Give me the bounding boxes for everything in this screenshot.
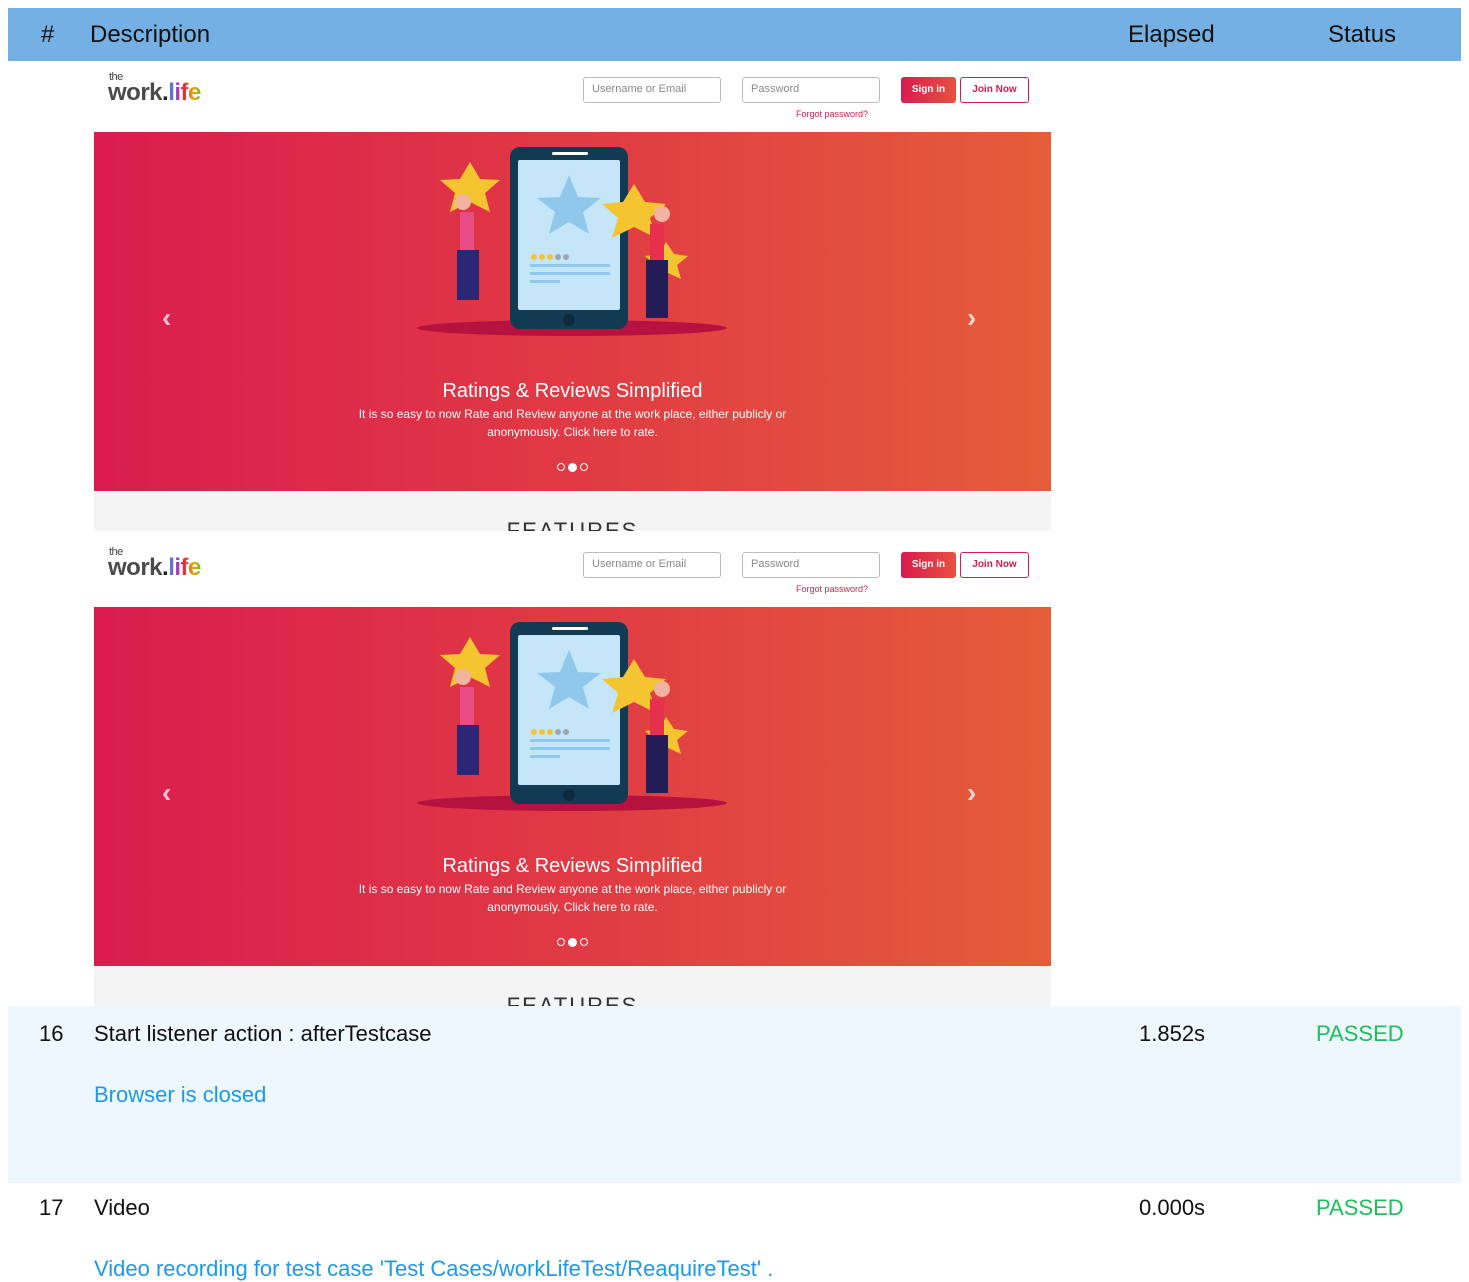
- features-heading: FEATURES: [506, 993, 639, 1006]
- step-description: Start listener action : afterTestcase: [94, 1021, 432, 1046]
- worklife-logo: the work.life: [108, 546, 201, 581]
- step-elapsed: 1.852s: [1139, 1021, 1206, 1046]
- carousel-dot: [557, 463, 565, 471]
- report-table-header: # Description Elapsed Status: [8, 8, 1461, 61]
- carousel-dot: [557, 938, 565, 946]
- header-elapsed: Elapsed: [1128, 21, 1215, 48]
- carousel-indicators: [557, 938, 589, 948]
- banner-subtitle: It is so easy to now Rate and Review any…: [358, 882, 787, 914]
- header-number: #: [41, 21, 55, 48]
- carousel-indicators: [557, 463, 589, 473]
- carousel-next-icon: ›: [967, 777, 977, 808]
- ratings-illustration: [417, 622, 727, 811]
- hero-banner: ‹ › Ratings & Reviews Simplified It is s…: [94, 132, 1051, 491]
- header-status: Status: [1328, 21, 1397, 48]
- forgot-password-link: Forgot password?: [796, 109, 869, 119]
- join-now-button: Join Now: [960, 77, 1029, 103]
- sign-in-button: Sign in: [901, 552, 956, 578]
- username-input: Username or Email: [583, 552, 721, 578]
- ratings-illustration: [417, 147, 727, 336]
- hero-banner: ‹ › Ratings & Reviews Simplified It is s…: [94, 607, 1051, 966]
- banner-title: Ratings & Reviews Simplified: [442, 380, 703, 402]
- username-input: Username or Email: [583, 77, 721, 103]
- step-status-badge: PASSED: [1316, 1195, 1404, 1220]
- step-log-message: Video recording for test case 'Test Case…: [94, 1256, 774, 1281]
- join-now-button: Join Now: [960, 552, 1029, 578]
- step-description: Video: [94, 1195, 150, 1220]
- carousel-next-icon: ›: [967, 302, 977, 333]
- banner-subtitle: It is so easy to now Rate and Review any…: [358, 407, 787, 439]
- step-screenshot-2: the work.life Username or Email Password …: [94, 536, 1051, 1006]
- carousel-prev-icon: ‹: [162, 302, 172, 333]
- features-section: FEATURES: [94, 966, 1051, 1006]
- step-elapsed: 0.000s: [1139, 1195, 1206, 1220]
- features-heading: FEATURES: [506, 518, 639, 531]
- step-screenshot-1: the work.life Username or Email Password …: [94, 61, 1051, 531]
- step-number: 16: [39, 1021, 64, 1046]
- worklife-logo: the work.life: [108, 71, 201, 106]
- forgot-password-link: Forgot password?: [796, 584, 869, 594]
- password-input: Password: [742, 77, 880, 103]
- carousel-dot: [580, 463, 588, 471]
- banner-title: Ratings & Reviews Simplified: [442, 855, 703, 877]
- step-status-badge: PASSED: [1316, 1021, 1404, 1046]
- password-input: Password: [742, 552, 880, 578]
- step-number: 17: [39, 1195, 64, 1220]
- carousel-dot-active: [568, 463, 577, 472]
- sign-in-button: Sign in: [901, 77, 956, 103]
- carousel-dot: [580, 938, 588, 946]
- header-description: Description: [90, 21, 211, 48]
- carousel-prev-icon: ‹: [162, 777, 172, 808]
- step-log-message: Browser is closed: [94, 1082, 267, 1107]
- carousel-dot-active: [568, 938, 577, 947]
- features-section: FEATURES: [94, 491, 1051, 531]
